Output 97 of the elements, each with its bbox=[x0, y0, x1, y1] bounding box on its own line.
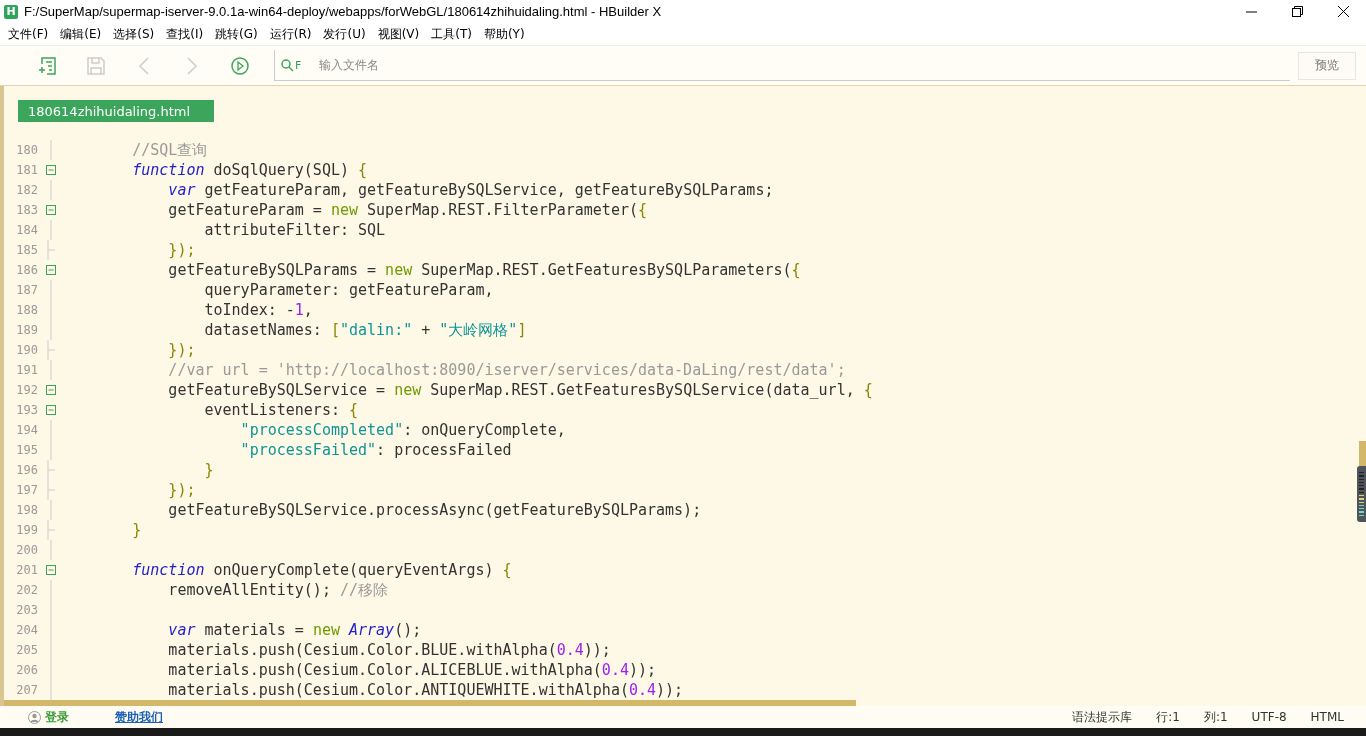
line-number: 206 bbox=[15, 663, 38, 677]
user-icon bbox=[28, 710, 41, 724]
menu-item[interactable]: 跳转(G) bbox=[209, 24, 264, 44]
code-line: queryParameter: getFeatureParam, bbox=[203, 281, 494, 299]
line-number: 207 bbox=[15, 683, 38, 697]
login-button[interactable]: 登录 bbox=[28, 708, 69, 726]
line-number: 189 bbox=[15, 323, 38, 337]
restore-icon bbox=[1291, 6, 1303, 17]
status-item[interactable]: UTF-8 bbox=[1251, 710, 1287, 724]
line-number: 198 bbox=[15, 503, 38, 517]
collapse-icon[interactable] bbox=[46, 165, 56, 175]
new-file-icon bbox=[38, 55, 58, 76]
collapse-icon[interactable] bbox=[46, 385, 56, 395]
vertical-scrollbar[interactable] bbox=[1359, 441, 1366, 466]
code-line: function onQueryComplete(queryEventArgs) { bbox=[131, 561, 512, 579]
code-line: //var url = 'http://localhost:8090/iserver/services/data-DaLing/rest/data'; bbox=[167, 361, 846, 379]
preview-button[interactable]: 预览 bbox=[1298, 51, 1356, 80]
line-number: 181 bbox=[15, 163, 38, 177]
line-number: 195 bbox=[15, 443, 38, 457]
collapse-icon[interactable] bbox=[46, 405, 56, 415]
fold-end-mark bbox=[47, 340, 55, 360]
search-mode-label: F bbox=[295, 58, 302, 72]
line-number: 202 bbox=[15, 583, 38, 597]
line-number: 197 bbox=[15, 483, 38, 497]
code-line: toIndex: -1, bbox=[203, 301, 313, 319]
code-line: getFeatureBySQLParams = new SuperMap.REST.GetFeaturesBySQLParameters({ bbox=[167, 261, 801, 279]
line-number: 205 bbox=[15, 643, 38, 657]
menu-item[interactable]: 工具(T) bbox=[425, 24, 478, 44]
menu-item[interactable]: 查找(I) bbox=[160, 24, 210, 44]
collapse-icon[interactable] bbox=[46, 565, 56, 575]
line-number: 199 bbox=[15, 523, 38, 537]
code-line: "processCompleted": onQueryComplete, bbox=[239, 421, 566, 439]
collapse-icon[interactable] bbox=[46, 205, 56, 215]
chevron-right-icon bbox=[187, 56, 197, 75]
line-number: 194 bbox=[15, 423, 38, 437]
app-logo: H bbox=[4, 4, 18, 19]
file-name-input[interactable]: 输入文件名 bbox=[317, 57, 1290, 73]
status-item[interactable]: 行:1 bbox=[1156, 708, 1180, 726]
code-line: getFeatureBySQLService.processAsync(getFeatureBySQLParams); bbox=[167, 501, 702, 519]
line-number: 192 bbox=[15, 383, 38, 397]
code-line: materials.push(Cesium.Color.ANTIQUEWHITE.withAlpha(0.4)); bbox=[167, 681, 684, 699]
play-icon bbox=[231, 56, 249, 75]
code-line: getFeatureBySQLService = new SuperMap.REST.GetFeaturesBySQLService(data_url, { bbox=[167, 381, 873, 399]
code-line: }); bbox=[167, 481, 196, 499]
menu-item[interactable]: 视图(V) bbox=[371, 24, 426, 44]
save-icon bbox=[87, 56, 105, 75]
line-number: 184 bbox=[15, 223, 38, 237]
window-title: F:/SuperMap/supermap-iserver-9.0.1a-win64-deploy/webapps/forWebGL/180614zhihuidaling.html - HBuilder X bbox=[24, 4, 663, 19]
code-line: attributeFilter: SQL bbox=[203, 221, 386, 239]
line-number: 204 bbox=[15, 623, 38, 637]
line-number: 201 bbox=[15, 563, 38, 577]
chevron-left-icon bbox=[139, 56, 149, 75]
menu-item[interactable]: 发行(U) bbox=[317, 24, 372, 44]
line-number: 183 bbox=[15, 203, 38, 217]
line-number: 182 bbox=[15, 183, 38, 197]
level-meter-widget bbox=[1357, 466, 1366, 522]
horizontal-scrollbar[interactable] bbox=[4, 700, 856, 706]
line-number: 188 bbox=[15, 303, 38, 317]
close-icon bbox=[1337, 6, 1349, 17]
code-line: //SQL查询 bbox=[131, 140, 208, 160]
code-line: } bbox=[203, 461, 214, 479]
code-line: removeAllEntity(); //移除 bbox=[167, 580, 389, 600]
code-line: var materials = new Array(); bbox=[167, 621, 422, 639]
line-number: 191 bbox=[15, 363, 38, 377]
menu-item[interactable]: 文件(F) bbox=[2, 24, 55, 44]
code-line: function doSqlQuery(SQL) { bbox=[131, 161, 368, 179]
line-number: 187 bbox=[15, 283, 38, 297]
fold-end-mark bbox=[47, 240, 55, 260]
code-line: materials.push(Cesium.Color.ALICEBLUE.withAlpha(0.4)); bbox=[167, 661, 657, 679]
status-item[interactable]: 语法提示库 bbox=[1072, 708, 1133, 726]
menu-item[interactable]: 运行(R) bbox=[263, 24, 318, 44]
code-line: "processFailed": processFailed bbox=[239, 441, 512, 459]
line-number: 180 bbox=[15, 143, 38, 157]
line-number: 200 bbox=[15, 543, 38, 557]
code-line: }); bbox=[167, 241, 196, 259]
sponsor-link[interactable]: 赞助我们 bbox=[115, 708, 163, 726]
search-icon bbox=[281, 58, 294, 72]
line-number: 190 bbox=[15, 343, 38, 357]
line-number: 185 bbox=[15, 243, 38, 257]
code-line: materials.push(Cesium.Color.BLUE.withAlpha(0.4)); bbox=[167, 641, 611, 659]
line-number: 196 bbox=[15, 463, 38, 477]
status-item[interactable]: 列:1 bbox=[1203, 708, 1228, 726]
menu-item[interactable]: 帮助(Y) bbox=[477, 24, 531, 44]
fold-end-mark bbox=[47, 520, 55, 540]
collapse-icon[interactable] bbox=[46, 265, 56, 275]
code-line: eventListeners: { bbox=[203, 401, 358, 419]
status-item[interactable]: HTML bbox=[1310, 710, 1344, 724]
line-number: 193 bbox=[15, 403, 38, 417]
line-number: 203 bbox=[15, 603, 38, 617]
code-line: } bbox=[131, 521, 142, 539]
code-line: var getFeatureParam, getFeatureBySQLService, getFeatureBySQLParams; bbox=[167, 181, 774, 199]
line-number: 186 bbox=[15, 263, 38, 277]
code-line: }); bbox=[167, 341, 196, 359]
menu-item[interactable]: 编辑(E) bbox=[54, 24, 108, 44]
code-line: datasetNames: ["dalin:" + "大岭网格"] bbox=[203, 320, 527, 340]
code-line: getFeatureParam = new SuperMap.REST.FilterParameter({ bbox=[167, 201, 648, 219]
menu-item[interactable]: 选择(S) bbox=[107, 24, 161, 44]
